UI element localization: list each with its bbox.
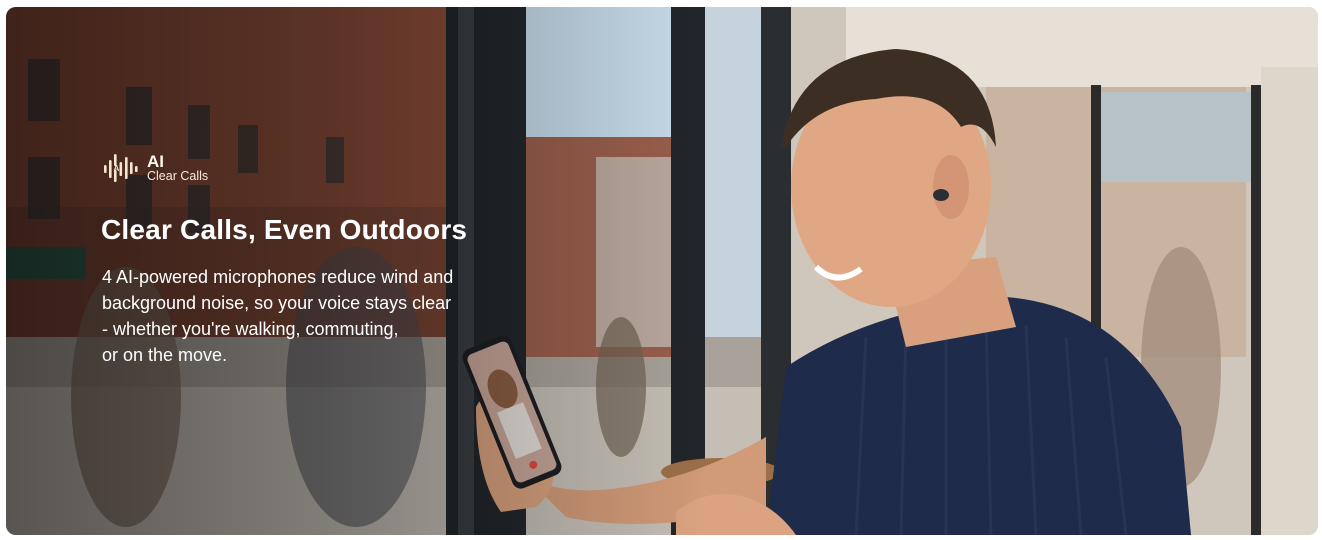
description-line: background noise, so your voice stays cl… — [102, 293, 452, 313]
feature-description: 4 AI-powered microphones reduce wind and… — [102, 264, 542, 368]
badge-subtitle: Clear Calls — [147, 169, 209, 184]
description-line: 4 AI-powered microphones reduce wind and — [102, 267, 454, 287]
svg-text:AI: AI — [114, 164, 122, 173]
badge-title: AI — [147, 151, 164, 171]
feature-banner: AI AI Clear Calls Clear Calls, Even Outd… — [6, 7, 1318, 535]
description-line: - whether you're walking, commuting, — [102, 319, 399, 339]
ai-clear-calls-badge: AI AI Clear Calls — [102, 149, 208, 187]
description-line: or on the move. — [102, 345, 228, 365]
ai-soundwave-icon: AI — [104, 154, 138, 182]
feature-headline: Clear Calls, Even Outdoors — [101, 214, 468, 245]
